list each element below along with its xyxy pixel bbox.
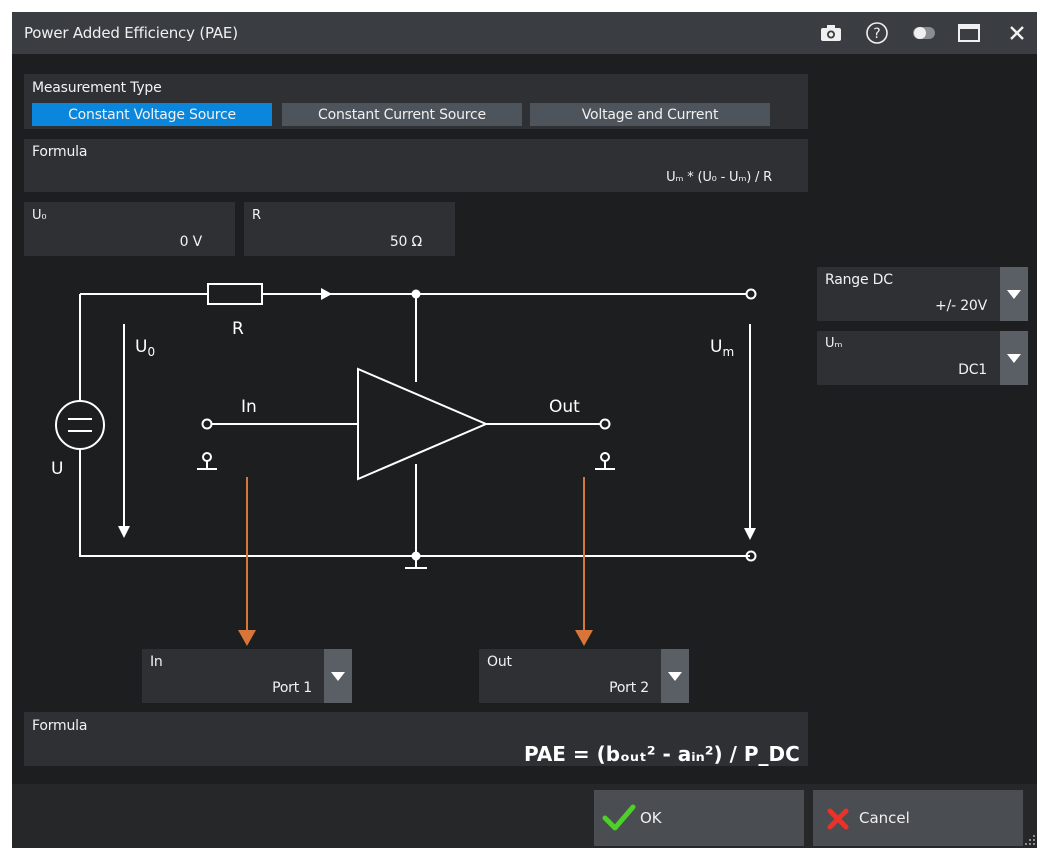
out-port-value: Port 2 — [609, 680, 649, 696]
top-node — [411, 289, 421, 299]
bottom-node — [411, 551, 421, 561]
amplifier-symbol — [357, 367, 489, 481]
cancel-button-label: Cancel — [859, 809, 910, 827]
in-port-label: In — [150, 654, 163, 670]
in-port-dropdown-button[interactable] — [324, 649, 352, 703]
u-diagram-label: U — [51, 459, 63, 479]
current-direction-arrow — [321, 288, 332, 300]
ok-button[interactable]: OK — [594, 790, 804, 846]
in-port-value: Port 1 — [272, 680, 312, 696]
resize-grip-icon[interactable] — [1024, 834, 1036, 846]
ok-button-label: OK — [640, 809, 662, 827]
pae-formula-panel: Formula PAE = (bₒᵤₜ² - aᵢₙ²) / P_DC — [24, 712, 808, 766]
out-port-dropdown-button[interactable] — [661, 649, 689, 703]
cancel-x-icon — [827, 808, 849, 830]
um-top-terminal — [745, 288, 757, 300]
r-diagram-label: R — [232, 319, 244, 339]
in-diagram-label: In — [241, 397, 257, 417]
cancel-button[interactable]: Cancel — [813, 790, 1023, 846]
out-diagram-label: Out — [549, 397, 580, 417]
pae-formula-expression: PAE = (bₒᵤₜ² - aᵢₙ²) / P_DC — [524, 742, 800, 766]
out-port-label: Out — [487, 654, 512, 670]
input-probe-symbol — [202, 452, 212, 462]
output-probe-symbol — [600, 452, 610, 462]
chevron-down-icon — [668, 671, 682, 681]
pae-formula-label: Formula — [32, 718, 88, 734]
u0-diagram-label: U0 — [135, 337, 155, 359]
um-diagram-label: Um — [710, 337, 734, 359]
voltage-source-symbol — [55, 400, 105, 450]
resistor-symbol — [207, 283, 263, 305]
chevron-down-icon — [331, 671, 345, 681]
input-terminal — [201, 418, 213, 430]
pae-dialog: Power Added Efficiency (PAE) ? Measureme… — [12, 12, 1037, 848]
checkmark-icon — [602, 804, 636, 831]
output-terminal — [599, 418, 611, 430]
